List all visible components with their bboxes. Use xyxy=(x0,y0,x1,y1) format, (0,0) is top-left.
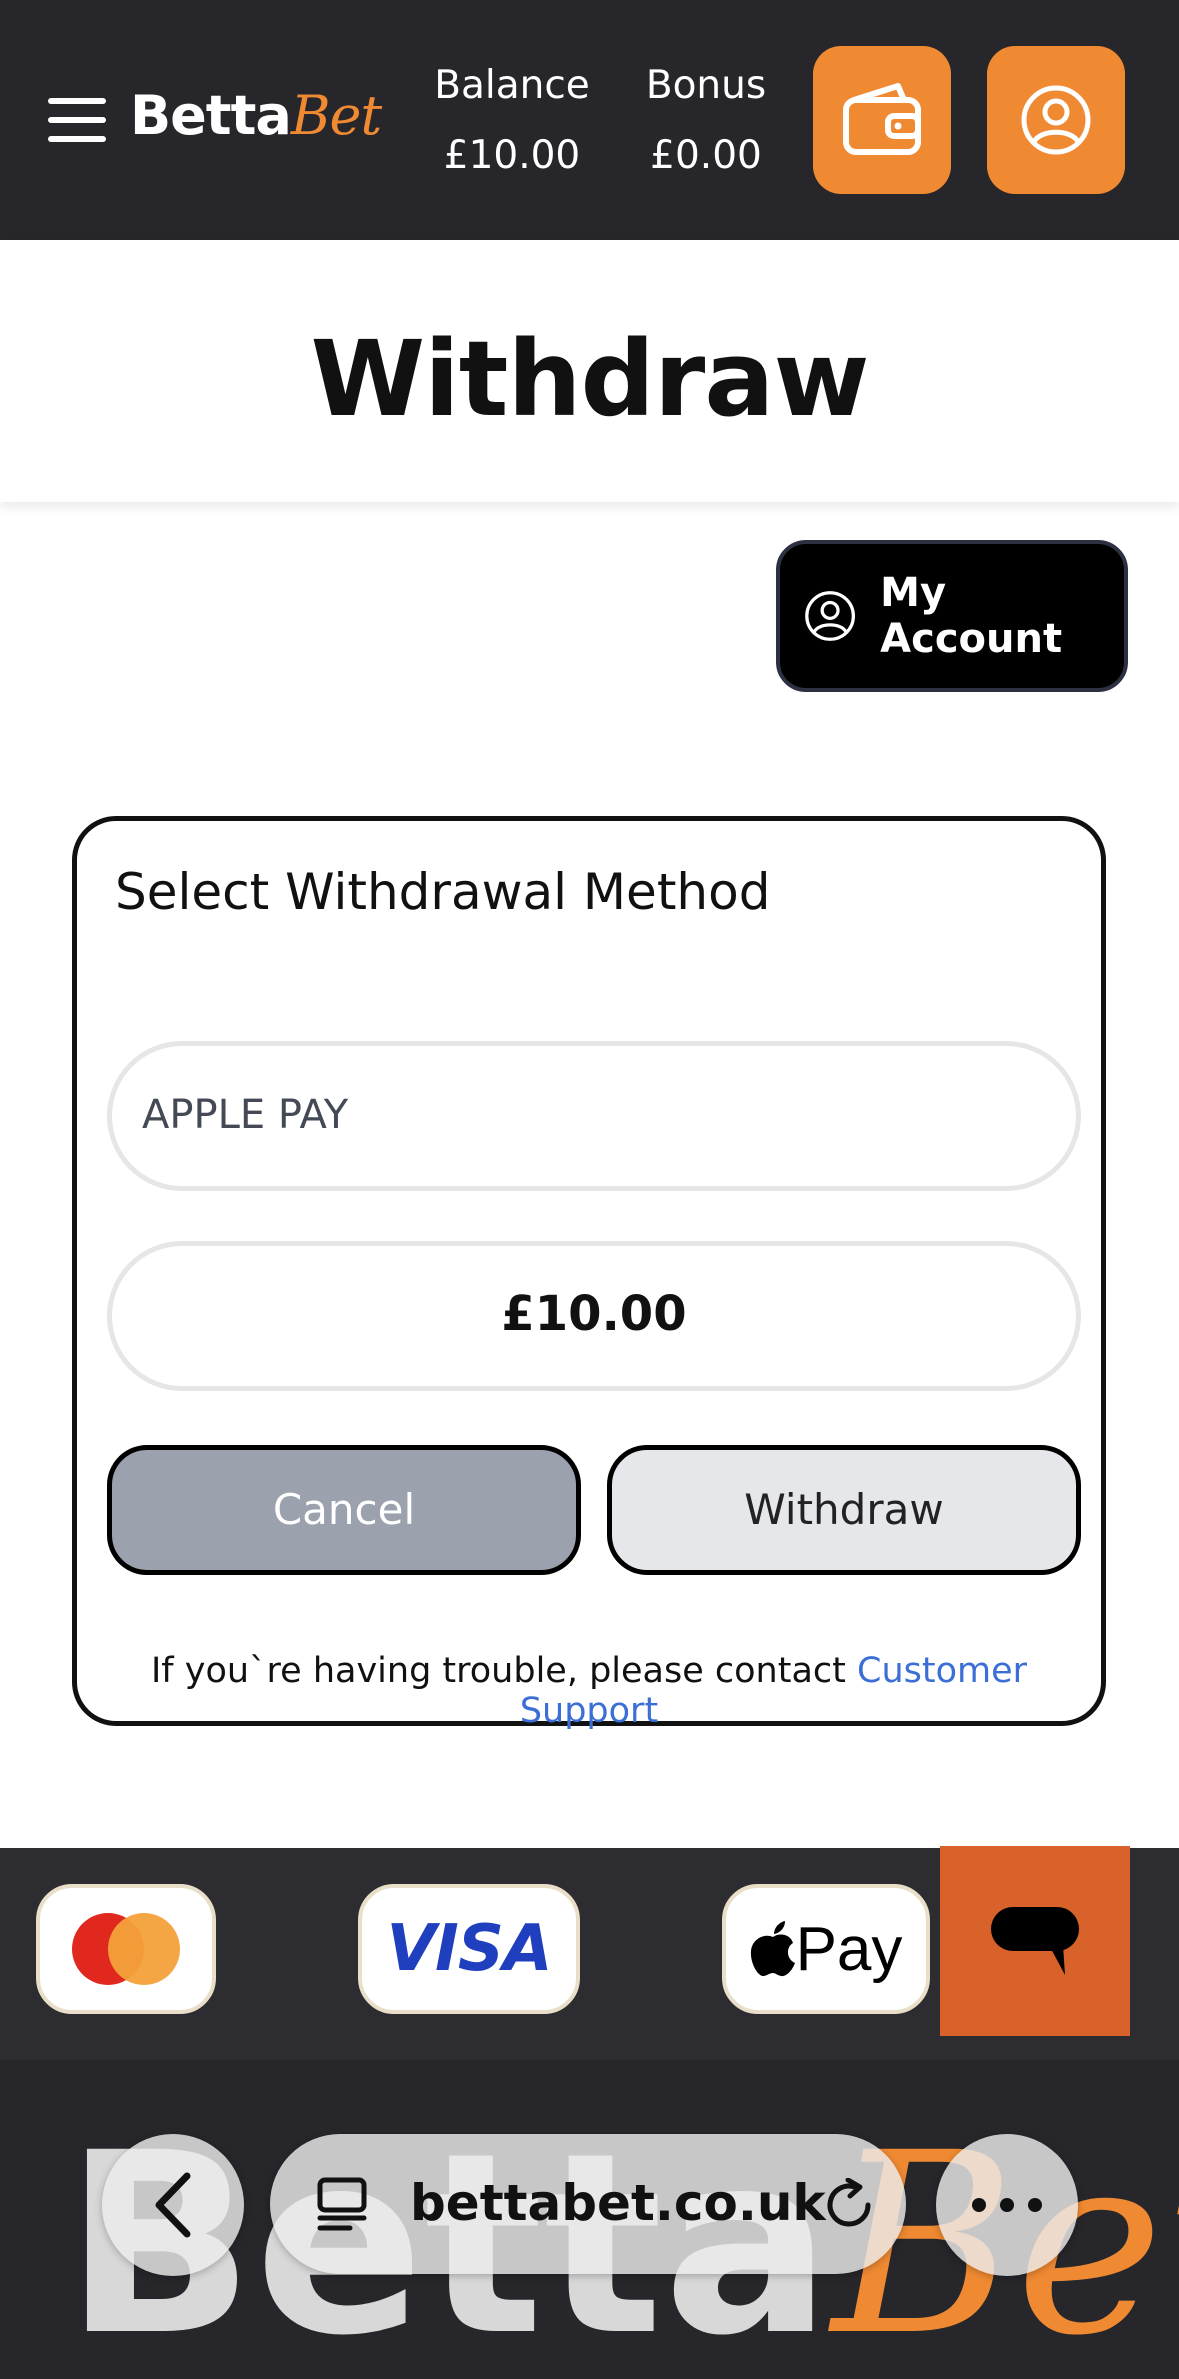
visa-text: VISA xyxy=(386,1912,553,1986)
chat-button[interactable] xyxy=(940,1846,1130,2036)
my-account-label: My Account xyxy=(880,570,1063,662)
chevron-left-icon xyxy=(155,2172,191,2238)
more-options-button[interactable] xyxy=(936,2134,1078,2276)
apple-pay-text: Pay xyxy=(795,1914,903,1984)
mastercard-icon xyxy=(72,1913,180,1985)
amount-value: £10.00 xyxy=(501,1286,687,1342)
brand-logo[interactable]: BettaBet xyxy=(130,84,382,154)
bonus-label: Bonus xyxy=(645,63,767,108)
brand-logo-part2: Bet xyxy=(290,84,382,147)
bonus-display: Bonus £0.00 xyxy=(636,58,776,184)
wallet-icon xyxy=(843,83,921,155)
bonus-value: £0.00 xyxy=(650,133,762,178)
withdrawal-method-select[interactable]: APPLE PAY xyxy=(107,1041,1081,1191)
balance-label: Balance xyxy=(434,63,590,108)
amount-input[interactable]: £10.00 xyxy=(107,1241,1081,1391)
user-icon xyxy=(805,591,856,641)
help-text-label: If you`re having trouble, please contact xyxy=(150,1651,858,1691)
balance-value: £10.00 xyxy=(443,133,581,178)
address-bar[interactable]: bettabet.co.uk xyxy=(270,2134,906,2274)
apple-icon xyxy=(750,1921,795,1977)
mastercard-logo xyxy=(36,1884,216,2014)
page-title: Withdraw xyxy=(310,318,869,440)
more-dots-icon xyxy=(972,2198,1042,2212)
help-text: If you`re having trouble, please contact… xyxy=(77,1651,1101,1731)
back-button[interactable] xyxy=(102,2134,244,2276)
balance-display: Balance £10.00 xyxy=(432,58,592,184)
page-menu-icon xyxy=(317,2177,367,2231)
brand-logo-part1: Betta xyxy=(130,84,292,147)
menu-icon[interactable] xyxy=(48,98,108,142)
wallet-button[interactable] xyxy=(813,46,951,194)
withdrawal-method-value: APPLE PAY xyxy=(142,1092,349,1138)
withdraw-card: Select Withdrawal Method APPLE PAY £10.0… xyxy=(72,816,1106,1731)
url-text: bettabet.co.uk xyxy=(410,2174,826,2232)
cancel-button[interactable]: Cancel xyxy=(107,1445,581,1575)
profile-button[interactable] xyxy=(987,46,1125,194)
title-section: Withdraw xyxy=(0,240,1179,502)
reload-icon[interactable] xyxy=(822,2178,876,2232)
apple-pay-logo: Pay xyxy=(722,1884,930,2014)
my-account-button[interactable]: My Account xyxy=(776,540,1128,692)
user-icon xyxy=(1021,85,1091,155)
card-title: Select Withdrawal Method xyxy=(115,863,771,921)
withdraw-button[interactable]: Withdraw xyxy=(607,1445,1081,1575)
top-header: BettaBet Balance £10.00 Bonus £0.00 xyxy=(0,0,1179,240)
visa-logo: VISA xyxy=(358,1884,580,2014)
chat-bubble-icon xyxy=(991,1907,1079,1975)
